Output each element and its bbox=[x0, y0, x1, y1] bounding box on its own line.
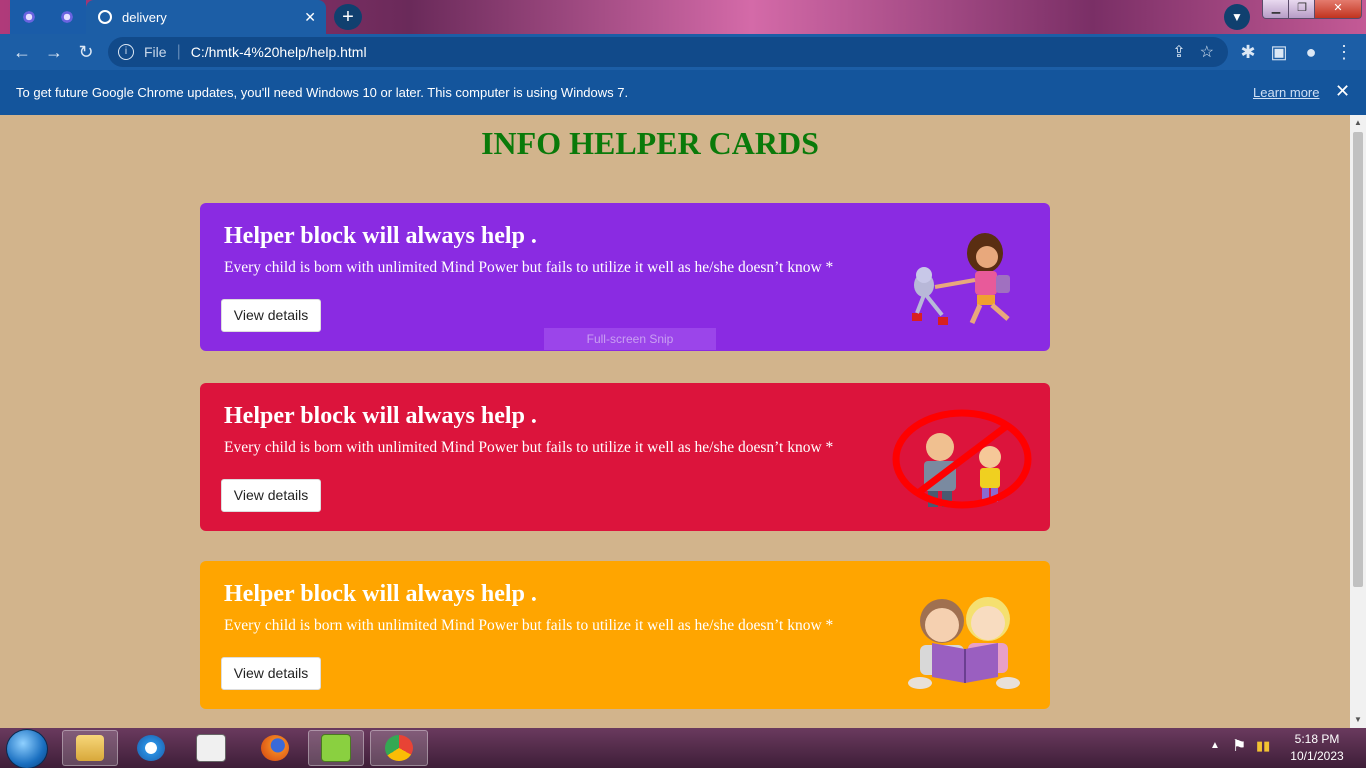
chrome-icon bbox=[385, 735, 413, 761]
taskbar-notepad-plus[interactable] bbox=[308, 730, 364, 766]
maximize-button[interactable]: ❐ bbox=[1288, 0, 1316, 19]
forward-arrow-icon[interactable]: → bbox=[42, 40, 66, 64]
folder-icon bbox=[76, 735, 104, 761]
browser-toolbar: ← → ↻ i File | C:/hmtk-4%20help/help.htm… bbox=[0, 34, 1366, 70]
app-favicon-icon bbox=[58, 8, 76, 26]
card-text: Every child is born with unlimited Mind … bbox=[224, 439, 834, 456]
tab-search-button[interactable]: ▼ bbox=[1224, 4, 1250, 30]
card-heading: Helper block will always help . bbox=[224, 223, 537, 249]
scroll-thumb[interactable] bbox=[1353, 132, 1363, 587]
chevron-down-icon: ▼ bbox=[1231, 10, 1243, 24]
card-text: Every child is born with unlimited Mind … bbox=[224, 259, 834, 276]
restore-icon: ❐ bbox=[1297, 2, 1307, 14]
taskbar-document[interactable] bbox=[184, 730, 238, 766]
bookmark-star-icon[interactable]: ☆ bbox=[1200, 42, 1214, 62]
vertical-scrollbar[interactable]: ▲ ▼ bbox=[1350, 115, 1366, 728]
view-details-button[interactable]: View details bbox=[221, 657, 321, 690]
document-icon bbox=[196, 734, 226, 762]
close-icon: ✕ bbox=[1333, 2, 1343, 14]
learn-more-link[interactable]: Learn more bbox=[1253, 85, 1319, 100]
explorer-girl-illustration bbox=[912, 233, 1010, 325]
show-hidden-icons-chevron-icon[interactable]: ▲ bbox=[1210, 740, 1220, 751]
globe-icon bbox=[98, 10, 112, 24]
tab-close-icon[interactable]: ✕ bbox=[304, 9, 316, 26]
info-icon[interactable]: i bbox=[118, 44, 134, 60]
app-favicon-icon bbox=[20, 8, 38, 26]
minimize-button[interactable]: ▁ bbox=[1262, 0, 1290, 19]
minimize-icon: ▁ bbox=[1271, 2, 1281, 14]
infobar-message: To get future Google Chrome updates, you… bbox=[16, 85, 629, 100]
clock-time[interactable]: 5:18 PM bbox=[1280, 732, 1354, 746]
card-heading: Helper block will always help . bbox=[224, 581, 537, 607]
view-details-button[interactable]: View details bbox=[221, 299, 321, 332]
kids-reading-illustration bbox=[908, 597, 1020, 689]
taskbar-chrome[interactable] bbox=[370, 730, 428, 766]
url-text[interactable]: C:/hmtk-4%20help/help.html bbox=[191, 44, 1173, 60]
scroll-down-arrow-icon[interactable]: ▼ bbox=[1350, 712, 1366, 728]
share-icon[interactable]: ⇪ bbox=[1172, 42, 1185, 62]
file-scheme-label: File bbox=[144, 44, 167, 60]
internet-explorer-icon bbox=[137, 735, 165, 761]
tab-strip: delivery ✕ + ▼ ▁ ❐ ✕ bbox=[0, 0, 1366, 34]
scroll-up-arrow-icon[interactable]: ▲ bbox=[1350, 115, 1366, 131]
update-infobar: To get future Google Chrome updates, you… bbox=[0, 70, 1366, 115]
side-panel-icon[interactable]: ▣ bbox=[1267, 40, 1291, 64]
firefox-icon bbox=[261, 735, 289, 761]
tab-delivery[interactable]: delivery ✕ bbox=[86, 0, 326, 34]
extensions-icon[interactable]: ✱ bbox=[1236, 40, 1260, 64]
tab-title: delivery bbox=[122, 9, 167, 25]
clock-date[interactable]: 10/1/2023 bbox=[1280, 749, 1354, 763]
start-button[interactable] bbox=[6, 729, 48, 768]
no-bullying-illustration bbox=[892, 409, 1032, 509]
window-close-button[interactable]: ✕ bbox=[1314, 0, 1362, 19]
page-title: INFO HELPER CARDS bbox=[481, 125, 819, 161]
pinned-tab-1[interactable] bbox=[10, 0, 48, 34]
action-center-flag-icon[interactable]: ⚑ bbox=[1232, 736, 1246, 756]
infobar-close-icon[interactable]: ✕ bbox=[1335, 81, 1350, 102]
card-text: Every child is born with unlimited Mind … bbox=[224, 617, 834, 634]
new-tab-button[interactable]: + bbox=[334, 4, 362, 30]
windows-taskbar: ▲ ⚑ ▮▮ 5:18 PM 10/1/2023 bbox=[0, 728, 1366, 768]
taskbar-firefox[interactable] bbox=[248, 730, 302, 766]
view-details-button[interactable]: View details bbox=[221, 479, 321, 512]
menu-kebab-icon[interactable]: ⋮ bbox=[1332, 40, 1356, 64]
reload-icon[interactable]: ↻ bbox=[74, 40, 98, 64]
taskbar-internet-explorer[interactable] bbox=[124, 730, 178, 766]
pinned-tab-2[interactable] bbox=[48, 0, 86, 34]
notepad-plus-icon bbox=[321, 734, 351, 762]
back-arrow-icon[interactable]: ← bbox=[10, 40, 34, 64]
card-heading: Helper block will always help . bbox=[224, 403, 537, 429]
address-bar[interactable]: i File | C:/hmtk-4%20help/help.html ⇪ ☆ bbox=[108, 37, 1228, 67]
taskbar-explorer[interactable] bbox=[62, 730, 118, 766]
helper-card: Helper block will always help . Every ch… bbox=[200, 561, 1050, 709]
separator: | bbox=[176, 43, 181, 60]
page-content: INFO HELPER CARDS Helper block will alwa… bbox=[0, 115, 1350, 728]
profile-avatar-icon[interactable]: ● bbox=[1299, 40, 1323, 64]
snip-overlay-label: Full-screen Snip bbox=[544, 328, 716, 350]
power-icon[interactable]: ▮▮ bbox=[1256, 738, 1270, 754]
helper-card: Helper block will always help . Every ch… bbox=[200, 383, 1050, 531]
